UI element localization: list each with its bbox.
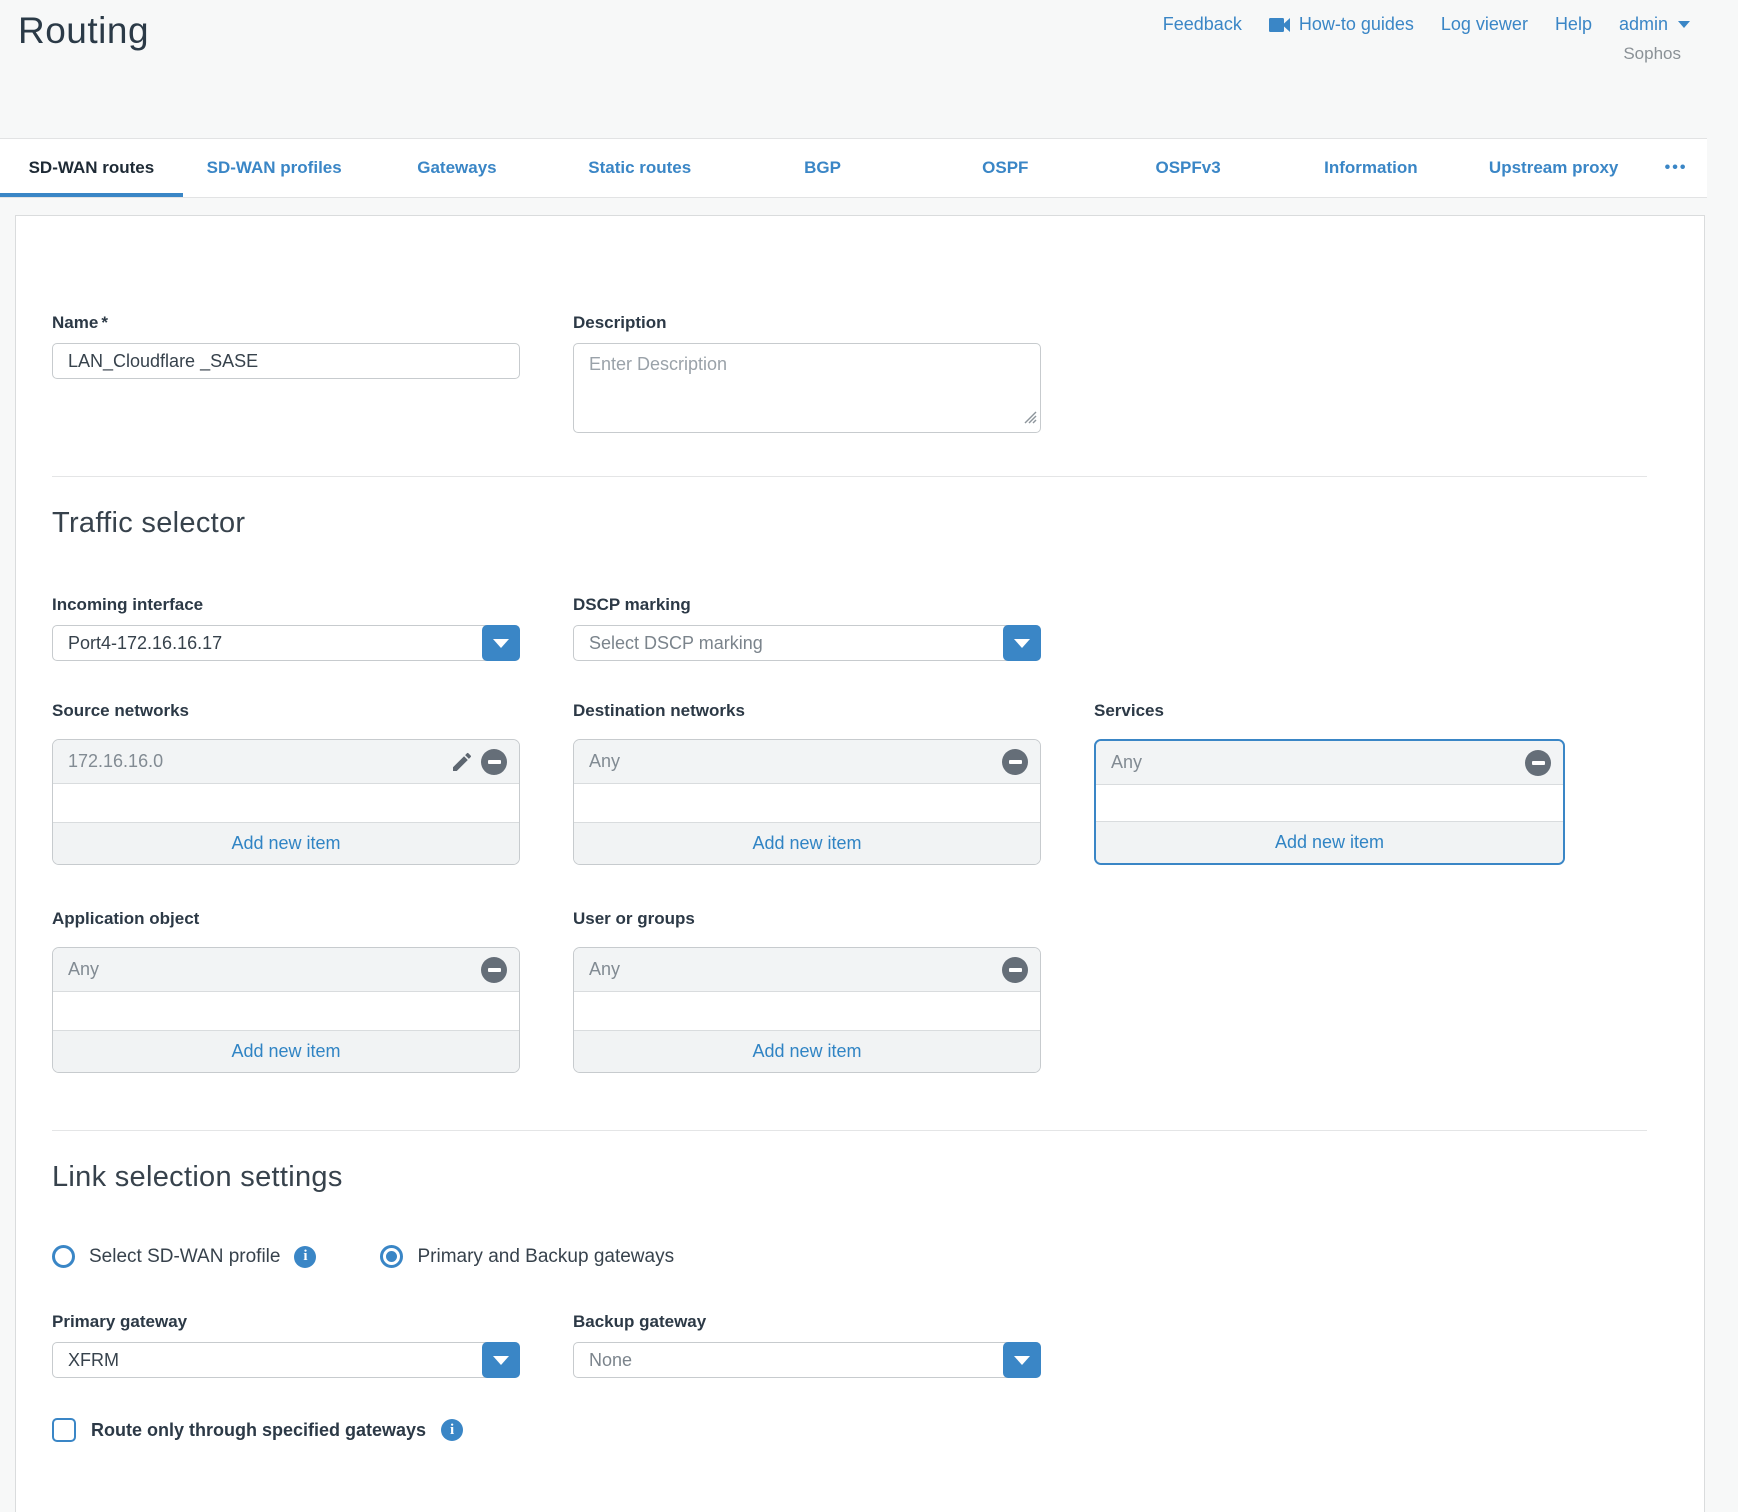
dropdown-arrow-button[interactable] (1003, 625, 1041, 661)
dscp-marking-placeholder: Select DSCP marking (574, 626, 1040, 660)
primary-gateway-value: XFRM (53, 1343, 519, 1377)
route-only-checkbox[interactable] (52, 1418, 76, 1442)
chevron-down-icon (1678, 21, 1690, 28)
backup-gateway-value: None (574, 1343, 1040, 1377)
add-new-item-button[interactable]: Add new item (53, 1030, 519, 1072)
dropdown-arrow-button[interactable] (482, 625, 520, 661)
tab-sdwan-routes[interactable]: SD-WAN routes (0, 139, 183, 197)
user-or-groups-label: User or groups (573, 909, 1041, 929)
howto-guides-link[interactable]: How-to guides (1269, 14, 1414, 35)
page-header: Routing Feedback How-to guides Log viewe… (0, 0, 1738, 138)
dropdown-arrow-button[interactable] (1003, 1342, 1041, 1378)
backup-gateway-select[interactable]: None (573, 1342, 1041, 1378)
more-tabs-button[interactable]: ••• (1645, 139, 1707, 197)
user-or-groups-box: Any Add new item (573, 947, 1041, 1073)
list-item: Any (574, 740, 1040, 784)
info-icon[interactable]: i (441, 1419, 463, 1441)
list-item: Any (574, 948, 1040, 992)
help-link[interactable]: Help (1555, 14, 1592, 35)
remove-item-icon[interactable] (481, 957, 507, 983)
admin-menu[interactable]: admin (1619, 14, 1690, 35)
route-only-checkbox-label: Route only through specified gateways (91, 1420, 426, 1441)
incoming-interface-select[interactable]: Port4-172.16.16.17 (52, 625, 520, 661)
tab-ospf[interactable]: OSPF (914, 139, 1097, 197)
list-item: 172.16.16.0 (53, 740, 519, 784)
add-new-item-button[interactable]: Add new item (574, 822, 1040, 864)
section-divider (52, 476, 1647, 477)
dscp-marking-label: DSCP marking (573, 595, 1041, 615)
feedback-link[interactable]: Feedback (1163, 14, 1242, 35)
routing-tabbar: SD-WAN routes SD-WAN profiles Gateways S… (0, 138, 1707, 198)
tab-bgp[interactable]: BGP (731, 139, 914, 197)
remove-item-icon[interactable] (1002, 749, 1028, 775)
tab-sdwan-profiles[interactable]: SD-WAN profiles (183, 139, 366, 197)
sdwan-route-form: Name* Description (15, 215, 1705, 1512)
resize-handle-icon[interactable] (1024, 411, 1037, 429)
traffic-selector-heading: Traffic selector (52, 503, 1647, 543)
description-label: Description (573, 313, 1041, 333)
destination-networks-box: Any Add new item (573, 739, 1041, 865)
section-divider (52, 1130, 1647, 1131)
add-new-item-button[interactable]: Add new item (1096, 821, 1563, 863)
primary-backup-radio-label: Primary and Backup gateways (417, 1246, 674, 1268)
log-viewer-link[interactable]: Log viewer (1441, 14, 1528, 35)
list-item: Any (1096, 741, 1563, 785)
list-item: Any (53, 948, 519, 992)
application-object-box: Any Add new item (52, 947, 520, 1073)
tab-ospfv3[interactable]: OSPFv3 (1097, 139, 1280, 197)
tab-information[interactable]: Information (1279, 139, 1462, 197)
link-selection-heading: Link selection settings (52, 1157, 1647, 1197)
tab-gateways[interactable]: Gateways (366, 139, 549, 197)
description-field-group: Description (573, 313, 1041, 433)
primary-gateway-select[interactable]: XFRM (52, 1342, 520, 1378)
video-camera-icon (1269, 17, 1291, 33)
primary-backup-radio[interactable] (380, 1245, 403, 1268)
edit-pencil-icon[interactable] (450, 750, 474, 774)
tab-upstream-proxy[interactable]: Upstream proxy (1462, 139, 1645, 197)
backup-gateway-label: Backup gateway (573, 1312, 1041, 1332)
remove-item-icon[interactable] (1525, 750, 1551, 776)
primary-gateway-label: Primary gateway (52, 1312, 520, 1332)
name-input[interactable] (52, 343, 520, 379)
source-networks-label: Source networks (52, 701, 520, 721)
name-field-group: Name* (52, 313, 520, 379)
dropdown-arrow-button[interactable] (482, 1342, 520, 1378)
application-object-label: Application object (52, 909, 520, 929)
add-new-item-button[interactable]: Add new item (574, 1030, 1040, 1072)
services-box: Any Add new item (1094, 739, 1565, 865)
source-networks-box: 172.16.16.0 Add new item (52, 739, 520, 865)
name-label: Name* (52, 313, 520, 333)
brand-label: Sophos (1623, 44, 1681, 64)
dscp-marking-select[interactable]: Select DSCP marking (573, 625, 1041, 661)
services-label: Services (1094, 701, 1565, 721)
top-nav: Feedback How-to guides Log viewer Help a… (1163, 14, 1690, 35)
tab-static-routes[interactable]: Static routes (548, 139, 731, 197)
remove-item-icon[interactable] (481, 749, 507, 775)
add-new-item-button[interactable]: Add new item (53, 822, 519, 864)
incoming-interface-value: Port4-172.16.16.17 (53, 626, 519, 660)
info-icon[interactable]: i (294, 1246, 316, 1268)
description-textarea[interactable] (573, 343, 1041, 433)
page-title: Routing (18, 10, 149, 52)
remove-item-icon[interactable] (1002, 957, 1028, 983)
sdwan-profile-radio-label: Select SD-WAN profile (89, 1246, 280, 1268)
sdwan-profile-radio[interactable] (52, 1245, 75, 1268)
destination-networks-label: Destination networks (573, 701, 1041, 721)
required-mark: * (101, 313, 108, 332)
incoming-interface-label: Incoming interface (52, 595, 520, 615)
